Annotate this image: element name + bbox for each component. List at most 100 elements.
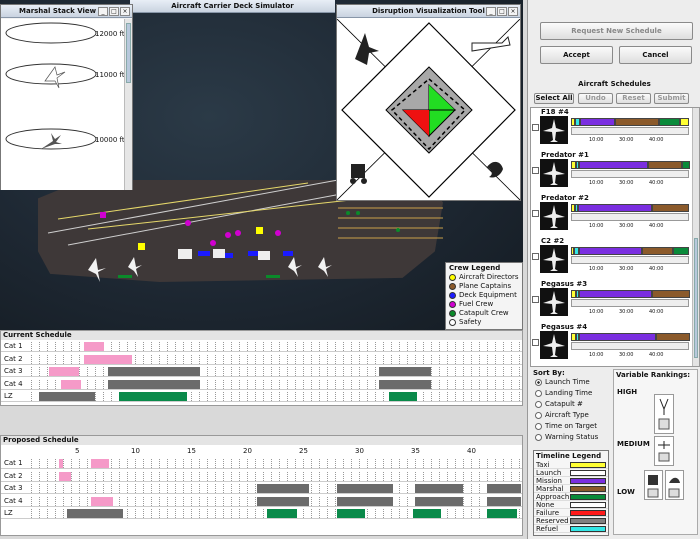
schedule-block[interactable]: [59, 459, 63, 468]
disruption-window[interactable]: Disruption Visualization Tool _ □ ×: [336, 4, 521, 201]
aircraft-checkbox[interactable]: [532, 339, 539, 346]
schedule-block[interactable]: [337, 509, 365, 518]
accept-button[interactable]: Accept: [540, 46, 613, 64]
schedule-block[interactable]: [379, 379, 431, 389]
grid-tick: [143, 342, 144, 351]
radio-icon[interactable]: [535, 433, 542, 441]
schedule-block[interactable]: [487, 484, 521, 493]
grid-tick: [415, 471, 416, 481]
aircraft-checkbox[interactable]: [532, 210, 539, 217]
grid-tick: [343, 342, 344, 351]
aircraft-list-scrollbar[interactable]: [692, 108, 699, 366]
grid-tick: [207, 354, 208, 364]
close-icon[interactable]: ×: [508, 7, 518, 16]
radio-icon[interactable]: [535, 422, 542, 430]
schedule-block[interactable]: [84, 342, 104, 351]
rank-slot-low-b[interactable]: [665, 470, 684, 500]
aircraft-checkbox[interactable]: [532, 253, 539, 260]
schedule-block[interactable]: [91, 496, 113, 506]
schedule-block[interactable]: [379, 367, 431, 376]
schedule-block[interactable]: [59, 471, 71, 481]
grid-tick: [335, 459, 336, 468]
grid-tick: [103, 367, 104, 376]
aircraft-schedule-item[interactable]: Pegasus #4 10:00 30:00 40:00: [531, 323, 693, 365]
grid-tick: [231, 379, 232, 389]
sort-option[interactable]: Aircraft Type: [533, 410, 609, 421]
reset-button[interactable]: Reset: [616, 93, 651, 104]
grid-tick: [311, 392, 312, 401]
aircraft-schedule-item[interactable]: Pegasus #3 10:00 30:00 40:00: [531, 280, 693, 322]
close-icon[interactable]: ×: [120, 7, 130, 16]
aircraft-checkbox[interactable]: [532, 167, 539, 174]
schedule-block[interactable]: [337, 484, 393, 493]
sort-option[interactable]: Warning Status: [533, 432, 609, 443]
aircraft-schedule-item[interactable]: Predator #2 10:00 30:00 40:00: [531, 194, 693, 236]
schedule-block[interactable]: [67, 509, 123, 518]
grid-tick: [511, 459, 512, 468]
crew-legend-label: Fuel Crew: [459, 300, 494, 308]
grid-tick: [239, 471, 240, 481]
radio-icon[interactable]: [535, 400, 542, 408]
grid-tick: [447, 379, 448, 389]
schedule-block[interactable]: [61, 379, 81, 389]
sort-option[interactable]: Launch Time: [533, 377, 609, 388]
schedule-block[interactable]: [389, 392, 417, 401]
aircraft-checkbox[interactable]: [532, 124, 539, 131]
rank-slot-medium[interactable]: [654, 436, 674, 466]
schedule-block[interactable]: [257, 496, 309, 506]
schedule-block[interactable]: [49, 367, 79, 376]
aircraft-name: Predator #2: [541, 194, 589, 202]
select-all-button[interactable]: Select All: [534, 93, 574, 104]
grid-tick: [255, 392, 256, 401]
radio-icon[interactable]: [535, 411, 542, 419]
schedule-block[interactable]: [91, 459, 109, 468]
grid-tick: [383, 354, 384, 364]
grid-tick: [247, 367, 248, 376]
grid-tick: [447, 471, 448, 481]
schedule-block[interactable]: [415, 484, 463, 493]
grid-tick: [471, 354, 472, 364]
marshal-stack-window[interactable]: Marshal Stack View _ □ × 12000 ft 11000 …: [0, 4, 133, 190]
schedule-block[interactable]: [119, 392, 187, 401]
maximize-icon[interactable]: □: [497, 7, 507, 16]
schedule-block[interactable]: [415, 496, 463, 506]
minimize-icon[interactable]: _: [98, 7, 108, 16]
aircraft-schedule-item[interactable]: C2 #2 10:00 30:00 40:00: [531, 237, 693, 279]
maximize-icon[interactable]: □: [109, 7, 119, 16]
schedule-block[interactable]: [487, 509, 517, 518]
timeline-segment: [615, 118, 659, 126]
schedule-block[interactable]: [487, 496, 521, 506]
rank-slot-low-a[interactable]: [644, 470, 663, 500]
sort-option[interactable]: Time on Target: [533, 421, 609, 432]
cancel-button[interactable]: Cancel: [619, 46, 692, 64]
minimize-icon[interactable]: _: [486, 7, 496, 16]
schedule-block[interactable]: [257, 484, 309, 493]
rank-slot-high[interactable]: [654, 394, 674, 434]
sort-option[interactable]: Landing Time: [533, 388, 609, 399]
radio-icon[interactable]: [535, 378, 542, 386]
schedule-block[interactable]: [267, 509, 297, 518]
request-schedule-button[interactable]: Request New Schedule: [540, 22, 693, 40]
marshal-scrollbar[interactable]: [124, 19, 132, 190]
sort-option[interactable]: Catapult #: [533, 399, 609, 410]
schedule-block[interactable]: [413, 509, 441, 518]
schedule-block[interactable]: [108, 367, 200, 376]
schedule-block[interactable]: [108, 379, 200, 389]
aircraft-checkbox[interactable]: [532, 296, 539, 303]
grid-tick: [135, 342, 136, 351]
schedule-block[interactable]: [84, 354, 132, 364]
schedule-block[interactable]: [337, 496, 393, 506]
aircraft-schedule-item[interactable]: Predator #1 10:00 30:00 40:00: [531, 151, 693, 193]
grid-tick: [295, 342, 296, 351]
grid-tick: [271, 471, 272, 481]
submit-button[interactable]: Submit: [654, 93, 689, 104]
grid-tick: [135, 496, 136, 506]
grid-tick: [63, 509, 64, 518]
aircraft-schedule-item[interactable]: F18 #4 10:00 30:00 40:00: [531, 108, 693, 150]
schedule-block[interactable]: [39, 392, 95, 401]
radio-icon[interactable]: [535, 389, 542, 397]
aircraft-schedule-list[interactable]: F18 #4 10:00 30:00 40:00 Predator #1 10:00 30:…: [530, 107, 700, 367]
undo-button[interactable]: Undo: [578, 93, 613, 104]
grid-tick: [55, 484, 56, 493]
grid-tick: [79, 471, 80, 481]
